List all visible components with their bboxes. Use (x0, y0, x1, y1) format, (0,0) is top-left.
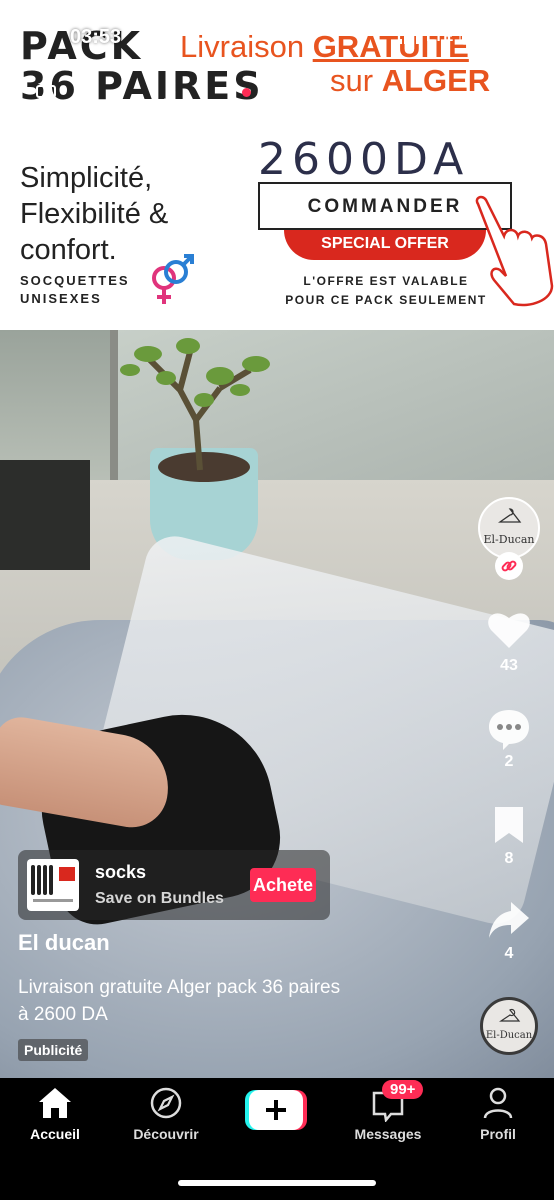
special-offer-badge: SPECIAL OFFER (284, 230, 486, 260)
tagline: Simplicité, Flexibilité & confort. (20, 160, 168, 268)
product-subtitle: Save on Bundles (95, 890, 224, 907)
compass-icon (150, 1087, 182, 1119)
share-count: 4 (504, 945, 514, 962)
caption-line-2: à 2600 DA (18, 1004, 108, 1025)
delivery-headline-2: sur ALGER (330, 64, 490, 98)
like-count: 43 (500, 657, 518, 674)
tagline-3: confort. (20, 234, 117, 266)
author-name[interactable]: El ducan (18, 930, 110, 956)
price: 2600DA (258, 134, 470, 185)
tab-home-label: Accueil (30, 1126, 80, 1142)
caption[interactable]: Livraison gratuite Alger pack 36 paires … (18, 974, 340, 1028)
battery-icon (459, 28, 493, 45)
tab-following[interactable]: Suivis (242, 88, 310, 120)
tab-for-you[interactable]: Pour toi (341, 96, 420, 120)
tab-following-label: Suivis (248, 96, 310, 119)
tagline-2: Flexibilité & (20, 198, 169, 230)
network-label: LTE (426, 28, 454, 45)
ad-banner: PACK 36 PAIRES Livraison GRATUITE sur AL… (0, 0, 554, 330)
tab-bar: Accueil Découvrir 99+ Messages Profil (0, 1078, 554, 1200)
socks-type-2: UNISEXES (20, 291, 102, 306)
offer-note-1: L'OFFRE EST VALABLE (303, 274, 469, 288)
home-icon (39, 1088, 71, 1118)
buy-button[interactable]: Achete (250, 868, 316, 902)
tab-profile-label: Profil (480, 1126, 516, 1142)
create-button[interactable] (245, 1090, 307, 1130)
hanger-icon (498, 508, 522, 523)
following-dot (242, 88, 251, 97)
sound-disc-text: El-Ducan (485, 1030, 533, 1041)
status-icons: LTE (398, 28, 493, 45)
delivery-city: ALGER (381, 63, 491, 98)
bookmark-icon[interactable] (493, 805, 525, 845)
avatar-text: El-Ducan (483, 533, 535, 546)
socks-type-1: SOCQUETTES (20, 273, 130, 288)
profile-icon (483, 1087, 513, 1119)
signal-icon (398, 29, 420, 44)
bookmark-count: 8 (504, 850, 514, 867)
offer-note-2: POUR CE PACK SEULEMENT (285, 293, 487, 307)
delivery-text: Livraison (180, 29, 313, 64)
status-time: 03:53 (70, 26, 122, 48)
unisex-symbol-icon (152, 254, 194, 304)
comment-icon[interactable] (487, 707, 531, 751)
creator-avatar[interactable]: El-Ducan (478, 497, 540, 559)
video-frame[interactable] (0, 330, 554, 1078)
product-thumbnail (27, 859, 79, 911)
product-card[interactable]: socks Save on Bundles Achete (18, 850, 330, 920)
socks-type: SOCQUETTES UNISEXES (20, 272, 130, 308)
delivery-on: sur (330, 63, 382, 98)
live-icon (36, 85, 56, 98)
tab-live[interactable]: LIVE (26, 85, 73, 120)
product-name: socks (95, 862, 147, 882)
tab-explore[interactable]: Explorer (124, 96, 209, 120)
share-icon[interactable] (487, 898, 531, 942)
messages-badge: 99+ (382, 1080, 424, 1099)
tab-messages-label: Messages (354, 1126, 422, 1142)
link-icon (501, 560, 517, 572)
ad-label: Publicité (18, 1039, 89, 1061)
tab-live-label: LIVE (26, 96, 73, 119)
link-badge[interactable] (495, 552, 523, 580)
hanger-icon (499, 1008, 521, 1022)
pointing-hand-icon (475, 195, 554, 307)
tab-discover-label: Découvrir (133, 1126, 199, 1142)
caption-line-1: Livraison gratuite Alger pack 36 paires (18, 977, 341, 998)
offer-note: L'OFFRE EST VALABLE POUR CE PACK SEULEME… (270, 272, 502, 310)
socks-thumbnail-icon (31, 865, 75, 902)
search-icon[interactable] (497, 91, 529, 123)
plus-icon (266, 1100, 286, 1120)
tagline-1: Simplicité, (20, 162, 153, 194)
plant-icon (120, 338, 270, 471)
home-indicator (178, 1180, 376, 1186)
heart-icon[interactable] (487, 610, 531, 650)
comment-count: 2 (504, 753, 514, 770)
sound-disc[interactable]: El-Ducan (480, 997, 538, 1055)
